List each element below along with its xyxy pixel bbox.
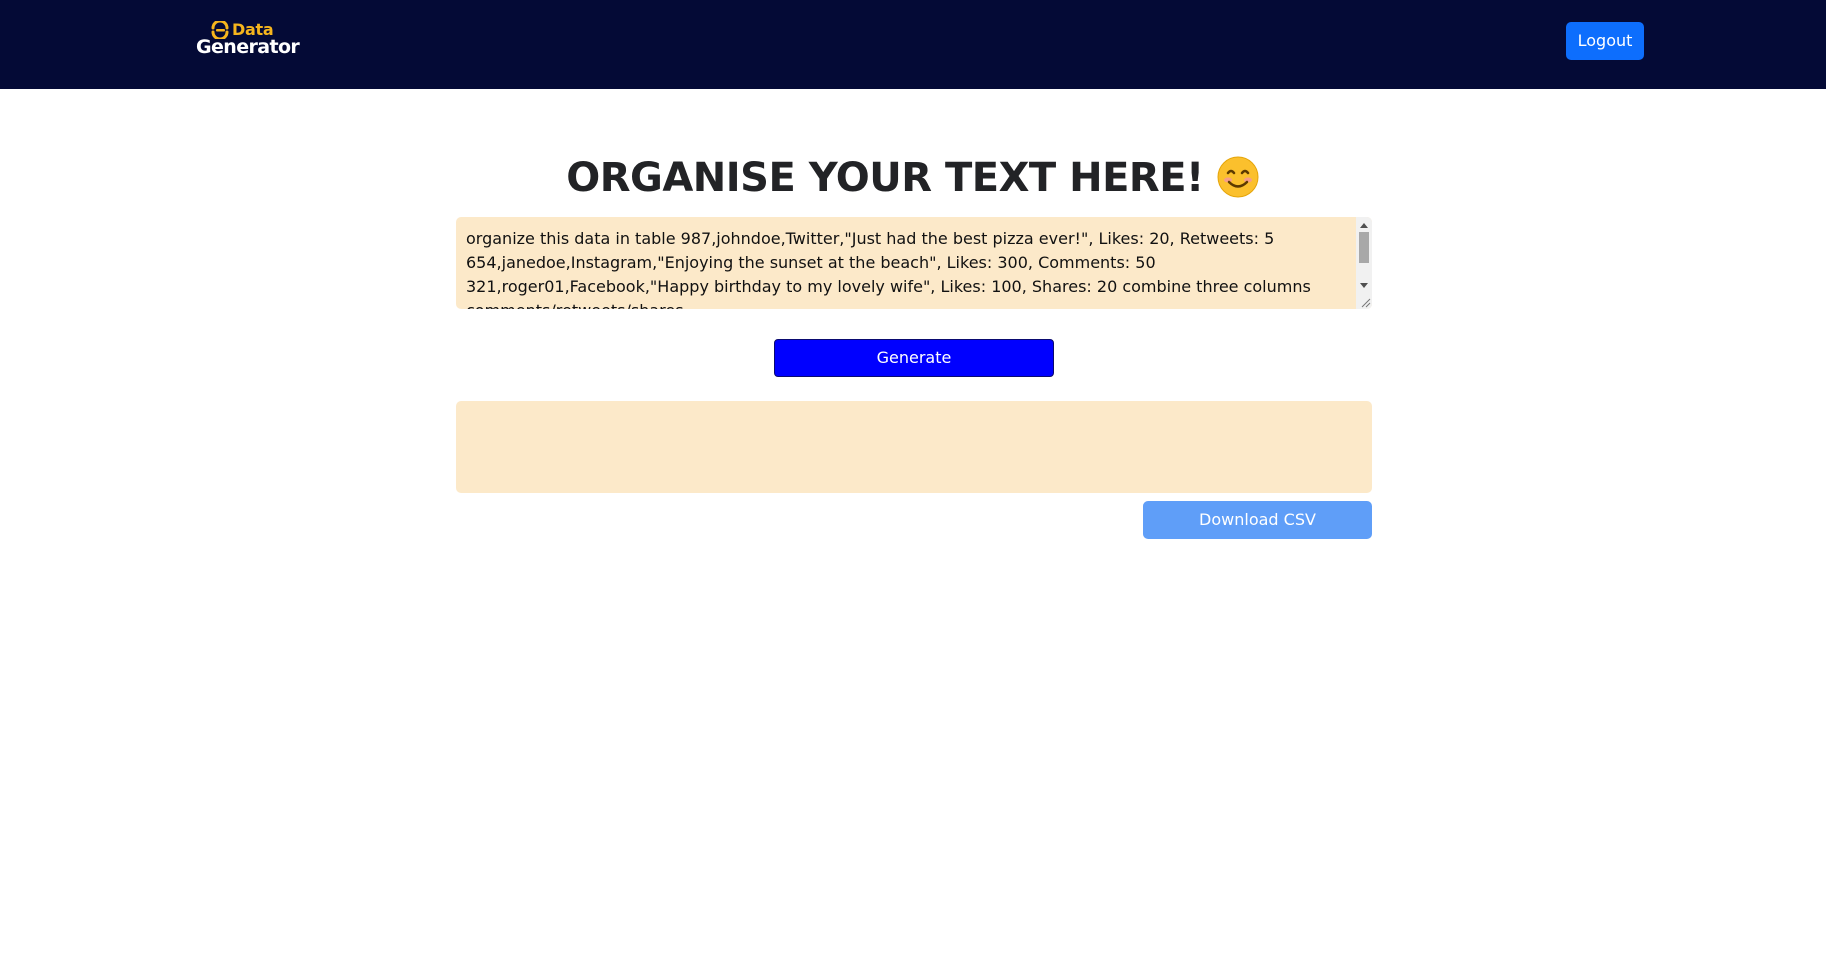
- scroll-down-arrow-icon[interactable]: [1360, 283, 1368, 288]
- resize-handle-icon[interactable]: [1361, 298, 1371, 308]
- logout-button[interactable]: Logout: [1566, 22, 1644, 60]
- navbar: Data Generator Logout: [0, 0, 1826, 89]
- scrollbar-thumb[interactable]: [1359, 232, 1369, 263]
- scroll-up-arrow-icon[interactable]: [1360, 223, 1368, 228]
- generate-button[interactable]: Generate: [774, 339, 1054, 377]
- text-input-area[interactable]: organize this data in table 987,johndoe,…: [456, 217, 1372, 309]
- page-title-text: ORGANISE YOUR TEXT HERE!: [566, 155, 1204, 201]
- text-input-scrollbar[interactable]: [1356, 217, 1372, 309]
- text-input-content[interactable]: organize this data in table 987,johndoe,…: [466, 227, 1346, 309]
- logo-text-generator: Generator: [196, 36, 300, 58]
- smiling-face-emoji-icon: [1217, 156, 1259, 198]
- logo[interactable]: Data Generator: [196, 20, 300, 60]
- download-csv-button[interactable]: Download CSV: [1143, 501, 1372, 539]
- output-area[interactable]: [456, 401, 1372, 493]
- page-title: ORGANISE YOUR TEXT HERE!: [0, 150, 1826, 206]
